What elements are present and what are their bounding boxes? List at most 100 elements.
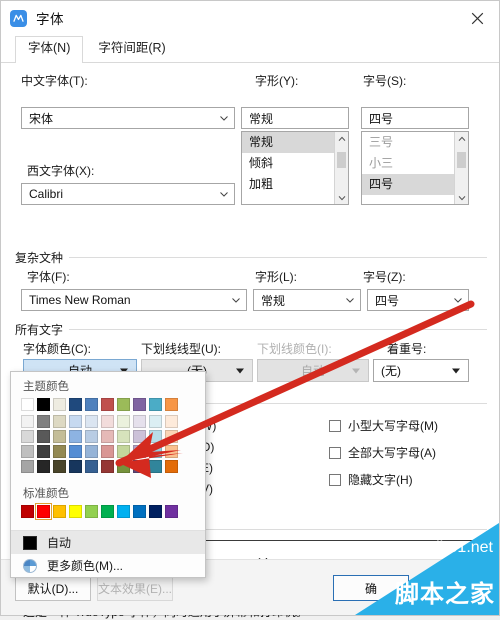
- theme-swatch-0-4[interactable]: [85, 415, 98, 428]
- standard-swatch-1[interactable]: [35, 503, 52, 520]
- theme-swatch-1-3[interactable]: [69, 430, 82, 443]
- checkbox-hidden-text[interactable]: 隐藏文字(H): [329, 469, 479, 490]
- style-scrollbar[interactable]: [334, 132, 348, 204]
- close-icon[interactable]: [455, 1, 499, 35]
- theme-swatch-2-8[interactable]: [149, 445, 162, 458]
- theme-swatch-base-7[interactable]: [133, 398, 146, 411]
- theme-swatch-3-8[interactable]: [149, 460, 162, 473]
- default-button[interactable]: 默认(D)...: [15, 575, 91, 601]
- theme-swatch-2-9[interactable]: [165, 445, 178, 458]
- size-value-field[interactable]: 四号: [361, 107, 469, 129]
- scroll-thumb[interactable]: [457, 152, 466, 168]
- theme-swatch-1-4[interactable]: [85, 430, 98, 443]
- checkbox-icon[interactable]: [329, 419, 341, 432]
- theme-swatch-base-6[interactable]: [117, 398, 130, 411]
- theme-swatch-base-0[interactable]: [21, 398, 34, 411]
- theme-swatch-0-9[interactable]: [165, 415, 178, 428]
- theme-swatch-3-7[interactable]: [133, 460, 146, 473]
- theme-swatch-3-0[interactable]: [21, 460, 34, 473]
- theme-swatch-1-9[interactable]: [165, 430, 178, 443]
- scroll-down-icon[interactable]: [335, 191, 348, 204]
- scroll-thumb[interactable]: [337, 152, 346, 168]
- scroll-down-icon[interactable]: [455, 191, 468, 204]
- checkbox-icon[interactable]: [329, 446, 341, 459]
- theme-swatch-3-2[interactable]: [53, 460, 66, 473]
- theme-swatch-1-2[interactable]: [53, 430, 66, 443]
- theme-swatch-3-4[interactable]: [85, 460, 98, 473]
- theme-swatch-1-5[interactable]: [101, 430, 114, 443]
- theme-swatch-1-6[interactable]: [117, 430, 130, 443]
- size-scrollbar[interactable]: [454, 132, 468, 204]
- theme-swatch-base-3[interactable]: [69, 398, 82, 411]
- theme-swatch-1-0[interactable]: [21, 430, 34, 443]
- dropdown-item-automatic[interactable]: 自动: [11, 531, 205, 554]
- theme-swatch-2-0[interactable]: [21, 445, 34, 458]
- emphasis-button[interactable]: (无): [373, 359, 469, 382]
- theme-swatch-3-1[interactable]: [37, 460, 50, 473]
- chinese-font-combo[interactable]: 宋体: [21, 107, 235, 129]
- theme-swatch-2-2[interactable]: [53, 445, 66, 458]
- effect-item-1[interactable]: (O): [197, 436, 267, 457]
- theme-swatch-2-5[interactable]: [101, 445, 114, 458]
- theme-swatch-1-1[interactable]: [37, 430, 50, 443]
- standard-swatch-2[interactable]: [53, 505, 66, 518]
- effect-item-3[interactable]: (V): [197, 478, 267, 499]
- style-option-1[interactable]: 倾斜: [242, 153, 348, 174]
- font-color-dropdown[interactable]: 主题颜色 标准颜色 自动 更多颜色(M)...: [10, 371, 206, 578]
- standard-swatch-3[interactable]: [69, 505, 82, 518]
- theme-swatch-0-2[interactable]: [53, 415, 66, 428]
- style-value-field[interactable]: 常规: [241, 107, 349, 129]
- theme-swatch-0-7[interactable]: [133, 415, 146, 428]
- style-option-0[interactable]: 常规: [242, 132, 348, 153]
- size-listbox[interactable]: 三号 小三 四号: [361, 131, 469, 205]
- theme-swatch-3-5[interactable]: [101, 460, 114, 473]
- theme-swatch-base-2[interactable]: [53, 398, 66, 411]
- theme-swatch-0-3[interactable]: [69, 415, 82, 428]
- standard-swatch-5[interactable]: [101, 505, 114, 518]
- style-listbox[interactable]: 常规 倾斜 加粗: [241, 131, 349, 205]
- checkbox-icon[interactable]: [329, 473, 341, 486]
- theme-swatch-2-3[interactable]: [69, 445, 82, 458]
- theme-swatch-2-1[interactable]: [37, 445, 50, 458]
- theme-swatch-0-0[interactable]: [21, 415, 34, 428]
- size-option-2[interactable]: 四号: [362, 174, 468, 195]
- theme-swatch-0-6[interactable]: [117, 415, 130, 428]
- theme-swatch-2-4[interactable]: [85, 445, 98, 458]
- theme-swatch-2-6[interactable]: [117, 445, 130, 458]
- effect-item-0[interactable]: (W): [197, 415, 267, 436]
- theme-swatch-0-8[interactable]: [149, 415, 162, 428]
- checkbox-all-caps[interactable]: 全部大写字母(A): [329, 442, 479, 463]
- theme-swatch-3-6[interactable]: [117, 460, 130, 473]
- theme-swatch-1-8[interactable]: [149, 430, 162, 443]
- western-font-combo[interactable]: Calibri: [21, 183, 235, 205]
- checkbox-small-caps[interactable]: 小型大写字母(M): [329, 415, 479, 436]
- effect-item-2[interactable]: (E): [197, 457, 267, 478]
- complex-size-combo[interactable]: 四号: [367, 289, 469, 311]
- size-option-1[interactable]: 小三: [362, 153, 468, 174]
- theme-swatch-3-9[interactable]: [165, 460, 178, 473]
- standard-swatch-9[interactable]: [165, 505, 178, 518]
- theme-swatch-3-3[interactable]: [69, 460, 82, 473]
- theme-swatch-base-1[interactable]: [37, 398, 50, 411]
- theme-swatch-base-4[interactable]: [85, 398, 98, 411]
- ok-button[interactable]: 确: [333, 575, 409, 601]
- complex-font-combo[interactable]: Times New Roman: [21, 289, 247, 311]
- scroll-up-icon[interactable]: [335, 132, 348, 145]
- size-option-0[interactable]: 三号: [362, 132, 468, 153]
- theme-swatch-0-5[interactable]: [101, 415, 114, 428]
- standard-swatch-6[interactable]: [117, 505, 130, 518]
- theme-swatch-1-7[interactable]: [133, 430, 146, 443]
- theme-swatch-base-9[interactable]: [165, 398, 178, 411]
- standard-swatch-8[interactable]: [149, 505, 162, 518]
- scroll-up-icon[interactable]: [455, 132, 468, 145]
- dropdown-item-more-colors[interactable]: 更多颜色(M)...: [11, 554, 205, 577]
- standard-swatch-7[interactable]: [133, 505, 146, 518]
- theme-swatch-0-1[interactable]: [37, 415, 50, 428]
- standard-swatch-4[interactable]: [85, 505, 98, 518]
- theme-swatch-base-8[interactable]: [149, 398, 162, 411]
- tab-font[interactable]: 字体(N): [15, 36, 84, 63]
- style-option-2[interactable]: 加粗: [242, 174, 348, 195]
- tab-character-spacing[interactable]: 字符间距(R): [85, 36, 178, 62]
- standard-swatch-0[interactable]: [21, 505, 34, 518]
- theme-swatch-base-5[interactable]: [101, 398, 114, 411]
